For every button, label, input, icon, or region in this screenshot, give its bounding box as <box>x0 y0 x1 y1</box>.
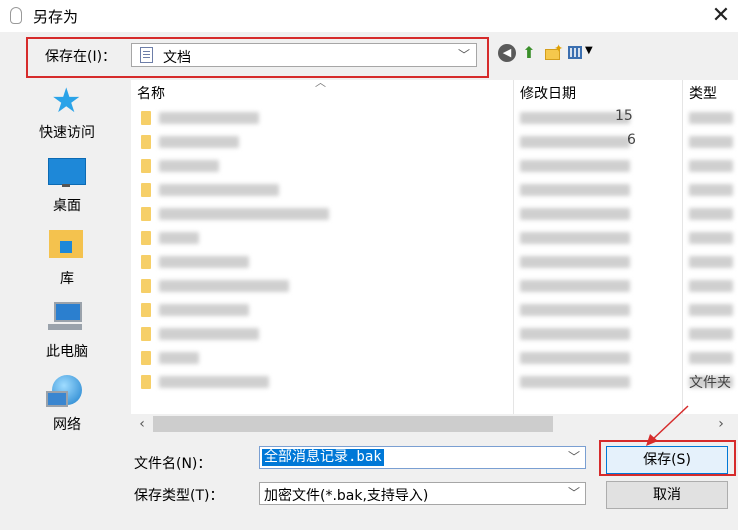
folder-row[interactable] <box>131 322 738 346</box>
chevron-down-icon: ﹀ <box>457 48 470 62</box>
filetype-value: 加密文件(*.bak,支持导入) <box>264 488 429 504</box>
obscured-name <box>159 232 199 244</box>
places-bar: ★ 快速访问 桌面 库 此电脑 网络 <box>8 80 126 520</box>
obscured-type <box>689 208 733 220</box>
obscured-date <box>520 376 630 388</box>
folder-icon <box>141 255 151 269</box>
folder-icon <box>141 111 151 125</box>
obscured-date <box>520 304 630 316</box>
sort-ascending-icon: ︿ <box>315 76 326 89</box>
folder-row[interactable] <box>131 298 738 322</box>
obscured-name <box>159 184 279 196</box>
folder-row[interactable] <box>131 130 738 154</box>
new-folder-icon[interactable]: ✦ <box>544 42 563 62</box>
obscured-name <box>159 328 259 340</box>
obscured-name <box>159 376 269 388</box>
filetype-label: 保存类型(T)： <box>134 488 224 504</box>
obscured-name <box>159 304 249 316</box>
obscured-name <box>159 352 199 364</box>
save-in-dropdown[interactable]: 文档 ﹀ <box>131 43 477 67</box>
obscured-date <box>520 208 630 220</box>
folder-icon <box>141 327 151 341</box>
column-header-name[interactable]: 名称 <box>137 83 165 103</box>
chevron-down-icon[interactable]: ﹀ <box>568 484 580 501</box>
place-label: 网络 <box>53 417 81 433</box>
folder-row[interactable] <box>131 250 738 274</box>
window-title: 另存为 <box>33 8 79 26</box>
obscured-name <box>159 208 329 220</box>
folder-row[interactable] <box>131 346 738 370</box>
filename-label: 文件名(N)： <box>134 456 212 472</box>
close-button[interactable]: ✕ <box>704 0 738 32</box>
obscured-type <box>689 112 733 124</box>
title-bar: 另存为 ✕ <box>0 0 738 32</box>
folder-row[interactable] <box>131 178 738 202</box>
folder-icon <box>141 231 151 245</box>
folder-row[interactable] <box>131 202 738 226</box>
obscured-date <box>520 160 630 172</box>
obscured-type <box>689 304 733 316</box>
obscured-date <box>520 112 630 124</box>
column-header-modified[interactable]: 修改日期 <box>520 83 576 103</box>
folder-row[interactable] <box>131 370 738 394</box>
folder-icon <box>141 279 151 293</box>
obscured-date <box>520 352 630 364</box>
column-header-type[interactable]: 类型 <box>689 83 717 103</box>
scroll-right-icon[interactable]: › <box>712 415 730 433</box>
scrollbar-thumb[interactable] <box>153 416 553 432</box>
file-list[interactable]: ︿ 名称 修改日期 类型 15 6 文件夹 <box>131 76 738 414</box>
filetype-dropdown[interactable]: 加密文件(*.bak,支持导入) ﹀ <box>259 482 586 505</box>
folder-icon <box>141 303 151 317</box>
date-fragment: 15 <box>615 108 633 124</box>
save-in-value: 文档 <box>163 50 191 66</box>
filename-value[interactable]: 全部消息记录.bak <box>262 449 384 466</box>
obscured-type <box>689 280 733 292</box>
obscured-date <box>520 184 630 196</box>
horizontal-scrollbar[interactable]: ‹ › <box>131 414 738 434</box>
folder-icon <box>141 135 151 149</box>
folder-icon <box>141 159 151 173</box>
obscured-type <box>689 184 733 196</box>
obscured-date <box>520 136 630 148</box>
up-folder-icon[interactable]: ⬆ <box>520 44 538 62</box>
obscured-type <box>689 352 733 364</box>
obscured-type <box>689 232 733 244</box>
obscured-type <box>689 160 733 172</box>
type-fragment: 文件夹 <box>689 375 731 391</box>
obscured-name <box>159 160 219 172</box>
scroll-left-icon[interactable]: ‹ <box>133 415 151 433</box>
folder-icon <box>141 375 151 389</box>
date-fragment: 6 <box>627 132 636 148</box>
obscured-type <box>689 328 733 340</box>
folder-icon <box>141 207 151 221</box>
obscured-date <box>520 328 630 340</box>
folder-row[interactable] <box>131 154 738 178</box>
view-menu-icon[interactable]: ▼ <box>568 44 596 62</box>
obscured-name <box>159 112 259 124</box>
place-network[interactable]: 网络 <box>8 80 126 434</box>
folder-row[interactable] <box>131 274 738 298</box>
save-button[interactable]: 保存(S) <box>606 446 728 474</box>
folder-icon <box>141 183 151 197</box>
back-icon[interactable]: ◀ <box>498 44 516 62</box>
obscured-type <box>689 256 733 268</box>
obscured-name <box>159 136 239 148</box>
documents-icon <box>140 47 153 63</box>
obscured-name <box>159 280 289 292</box>
folder-row[interactable] <box>131 106 738 130</box>
chevron-down-icon[interactable]: ﹀ <box>568 448 580 465</box>
folder-row[interactable] <box>131 226 738 250</box>
obscured-date <box>520 232 630 244</box>
save-in-label: 保存在(I)： <box>45 49 117 65</box>
obscured-type <box>689 136 733 148</box>
obscured-date <box>520 256 630 268</box>
folder-icon <box>141 351 151 365</box>
cancel-button[interactable]: 取消 <box>606 481 728 509</box>
app-icon <box>10 7 22 24</box>
filename-input[interactable]: 全部消息记录.bak ﹀ <box>259 446 586 469</box>
obscured-name <box>159 256 249 268</box>
obscured-date <box>520 280 630 292</box>
